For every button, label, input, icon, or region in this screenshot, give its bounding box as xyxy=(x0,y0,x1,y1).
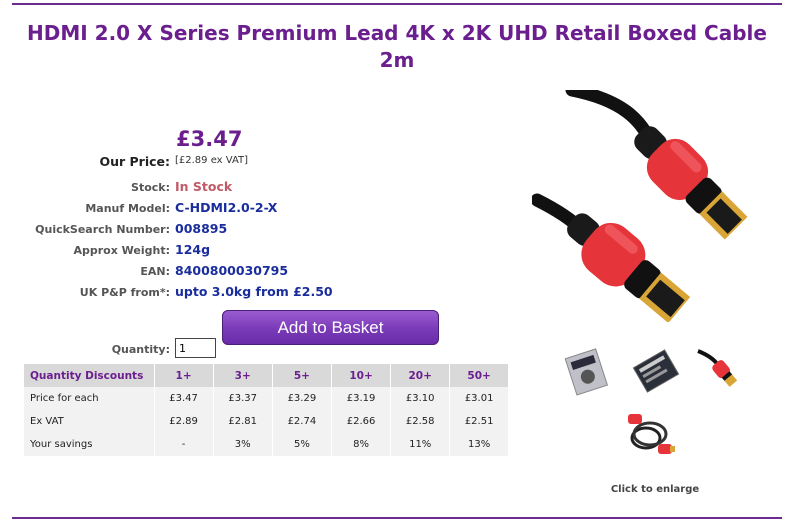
table-cell: 3% xyxy=(212,433,273,456)
table-cell: £3.47 xyxy=(153,387,214,410)
manuf-model-value: C-HDMI2.0-2-X xyxy=(175,200,278,215)
table-cell: £3.29 xyxy=(271,387,332,410)
ean-value: 8400800030795 xyxy=(175,263,289,278)
our-price-label: Our Price: xyxy=(99,154,170,169)
cable-coiled-thumbnail[interactable] xyxy=(624,410,676,462)
weight-value: 124g xyxy=(175,242,211,257)
table-cell: 5% xyxy=(271,433,332,456)
table-row: Your savings - 3% 5% 8% 11% 13% xyxy=(24,433,508,456)
quicksearch-value: 008895 xyxy=(175,221,228,236)
shipping-value: upto 3.0kg from £2.50 xyxy=(175,284,333,299)
weight-label: Approx Weight: xyxy=(73,244,170,257)
quantity-input[interactable] xyxy=(175,338,216,358)
table-row: Price for each £3.47 £3.37 £3.29 £3.19 £… xyxy=(24,387,508,410)
cable-red-thumbnail[interactable] xyxy=(694,345,746,397)
discounts-header-cell: 10+ xyxy=(330,364,391,387)
discounts-header-row: Quantity Discounts 1+ 3+ 5+ 10+ 20+ 50+ xyxy=(24,364,508,387)
stock-label: Stock: xyxy=(131,181,170,194)
table-cell: £2.58 xyxy=(390,410,450,433)
table-cell: £2.66 xyxy=(330,410,391,433)
discounts-header-cell: 50+ xyxy=(449,364,508,387)
click-to-enlarge-caption: Click to enlarge xyxy=(610,484,700,495)
product-main-image[interactable] xyxy=(532,90,778,322)
table-cell: £3.19 xyxy=(330,387,391,410)
add-to-basket-button[interactable]: Add to Basket xyxy=(222,310,439,345)
discounts-header-cell: Quantity Discounts xyxy=(24,364,154,387)
quantity-discounts-table: Quantity Discounts 1+ 3+ 5+ 10+ 20+ 50+ … xyxy=(24,364,508,456)
table-cell: £2.74 xyxy=(271,410,332,433)
table-cell: 11% xyxy=(390,433,450,456)
table-cell: £2.81 xyxy=(212,410,273,433)
quantity-label: Quantity: xyxy=(111,343,170,356)
stock-value: In Stock xyxy=(175,179,233,194)
discounts-header-cell: 5+ xyxy=(271,364,332,387)
table-cell: 8% xyxy=(330,433,391,456)
shipping-label: UK P&P from*: xyxy=(79,286,170,299)
quicksearch-label: QuickSearch Number: xyxy=(35,223,170,236)
ex-vat-note: [£2.89 ex VAT] xyxy=(175,155,249,166)
table-cell: £2.89 xyxy=(153,410,214,433)
discounts-header-cell: 3+ xyxy=(212,364,273,387)
product-price: £3.47 xyxy=(176,127,243,151)
table-cell: Ex VAT xyxy=(24,410,154,433)
top-divider xyxy=(12,3,782,5)
product-title: HDMI 2.0 X Series Premium Lead 4K x 2K U… xyxy=(27,21,767,72)
table-cell: £3.01 xyxy=(449,387,508,410)
ean-label: EAN: xyxy=(140,265,170,278)
table-cell: Your savings xyxy=(24,433,154,456)
box-front-thumbnail[interactable] xyxy=(560,345,612,397)
table-cell: £3.10 xyxy=(390,387,450,410)
table-cell: £2.51 xyxy=(449,410,508,433)
manuf-model-label: Manuf Model: xyxy=(85,202,170,215)
table-row: Ex VAT £2.89 £2.81 £2.74 £2.66 £2.58 £2.… xyxy=(24,410,508,433)
table-cell: £3.37 xyxy=(212,387,273,410)
bottom-divider xyxy=(12,517,782,519)
discounts-header-cell: 1+ xyxy=(153,364,214,387)
discounts-header-cell: 20+ xyxy=(390,364,450,387)
table-cell: - xyxy=(153,433,214,456)
box-back-thumbnail[interactable] xyxy=(630,345,682,397)
table-cell: Price for each xyxy=(24,387,154,410)
table-cell: 13% xyxy=(449,433,508,456)
